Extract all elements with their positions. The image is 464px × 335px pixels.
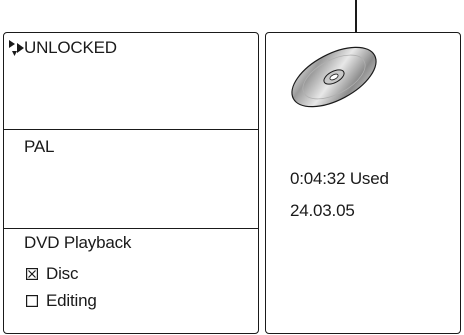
date-label: 24.03.05 (290, 201, 355, 220)
status-panel: UNLOCKED PAL DVD Playback Disc Editing (3, 32, 259, 334)
time-used-label: 0:04:32 Used (290, 169, 389, 188)
tv-system-section: PAL (4, 130, 258, 229)
option-editing-label: Editing (46, 291, 97, 310)
mode-section: DVD Playback Disc Editing (4, 229, 258, 333)
option-disc[interactable]: Disc (26, 264, 78, 284)
mode-title: DVD Playback (24, 233, 132, 252)
disc-info-panel: 0:04:32 Used 24.03.05 (265, 32, 461, 334)
checked-box-icon (26, 268, 38, 280)
lock-status-label: UNLOCKED (24, 38, 117, 57)
disc-icon (291, 46, 377, 108)
tv-system-label: PAL (24, 137, 55, 156)
lock-section: UNLOCKED (4, 33, 258, 130)
option-editing[interactable]: Editing (26, 291, 97, 311)
option-disc-label: Disc (46, 264, 79, 283)
unchecked-box-icon (26, 295, 38, 307)
